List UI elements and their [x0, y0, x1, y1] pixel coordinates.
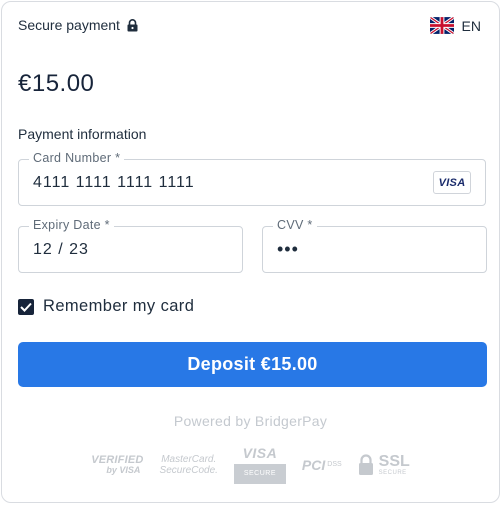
card-number-field[interactable]: Card Number * 4111 1111 1111 1111 VISA [18, 151, 486, 206]
lock-icon [127, 18, 138, 31]
payment-card: Secure payment EN €15.00 Payment informa… [1, 1, 500, 503]
uk-flag-icon [429, 17, 454, 34]
cvv-label: CVV * [273, 218, 317, 232]
ssl-secure-logo: SSL SECURE [358, 453, 410, 476]
mastercard-securecode-logo: MasterCard. SecureCode. [159, 453, 218, 476]
cvv-value[interactable]: ••• [277, 239, 299, 260]
expiry-date-field[interactable]: Expiry Date * 12 / 23 [18, 218, 243, 273]
cvv-field[interactable]: CVV * ••• [262, 218, 487, 273]
secure-payment-label: Secure payment [18, 17, 120, 33]
card-number-value[interactable]: 4111 1111 1111 1111 [33, 174, 195, 192]
verified-by-visa-logo: VERIFIED by VISA [91, 453, 144, 475]
deposit-button[interactable]: Deposit €15.00 [18, 342, 487, 387]
visa-card-icon: VISA [433, 171, 471, 194]
ssl-lock-icon [358, 453, 373, 475]
secure-payment-header: Secure payment [18, 17, 138, 33]
expiry-date-value[interactable]: 12 / 23 [33, 241, 89, 259]
card-number-label: Card Number * [29, 151, 125, 165]
payment-information-title: Payment information [18, 126, 147, 142]
remember-card-label: Remember my card [43, 297, 195, 315]
checkmark-icon [20, 302, 32, 312]
powered-by-text: Powered by BridgerPay [173, 413, 328, 429]
remember-card-checkbox[interactable] [18, 298, 34, 315]
visa-secure-logo: VISA SECURE [233, 445, 286, 484]
trust-logos: VERIFIED by VISA MasterCard. SecureCode.… [2, 442, 499, 487]
language-selector[interactable]: EN [429, 17, 481, 34]
remember-card-option[interactable]: Remember my card [18, 297, 194, 316]
expiry-date-label: Expiry Date * [29, 218, 114, 232]
payment-amount: €15.00 [18, 70, 95, 97]
language-code: EN [461, 17, 481, 34]
pci-dss-logo: PCI DSS [301, 456, 342, 473]
